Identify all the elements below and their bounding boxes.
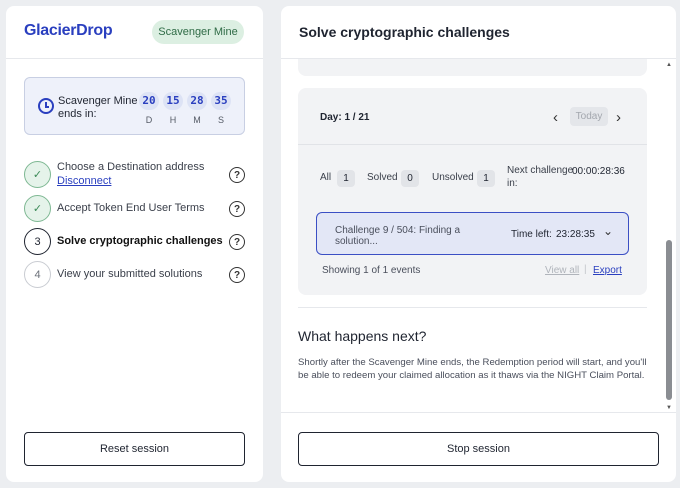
chevron-down-icon[interactable]: ⌄ xyxy=(603,224,613,238)
time-left-value: 23:28:35 xyxy=(556,229,595,240)
day-label: Day: 1 / 21 xyxy=(320,112,370,123)
link-separator: | xyxy=(584,264,587,275)
scroll-up-icon[interactable]: ▲ xyxy=(666,62,672,68)
clock-icon xyxy=(38,98,54,114)
logo: GlacierDrop xyxy=(24,22,113,39)
step-number: 3 xyxy=(24,228,51,255)
right-panel: Solve cryptographic challenges Day: 1 / … xyxy=(281,6,676,482)
step-title: Choose a Destination address xyxy=(57,161,205,173)
countdown-value: 35 xyxy=(211,92,231,110)
countdown-value: 28 xyxy=(187,92,207,110)
divider xyxy=(298,144,647,145)
next-challenge-timer: 00:00:28:36 xyxy=(572,166,625,177)
count-badge: 1 xyxy=(337,170,355,187)
countdown-unit-letter: D xyxy=(145,115,153,125)
time-left-label: Time left: xyxy=(511,229,552,240)
help-icon[interactable]: ? xyxy=(229,267,245,283)
divider xyxy=(281,412,676,413)
divider xyxy=(6,58,263,59)
stop-session-button[interactable]: Stop session xyxy=(298,432,659,466)
left-panel: GlacierDrop Scavenger Mine Scavenger Min… xyxy=(6,6,263,482)
divider xyxy=(281,58,676,59)
step-terms: ✓ Accept Token End User Terms ? xyxy=(24,194,249,224)
step-solve: 3 Solve cryptographic challenges ? xyxy=(24,227,249,257)
filter-solved[interactable]: Solved xyxy=(367,172,398,183)
divider xyxy=(298,307,647,308)
step-number: 4 xyxy=(24,261,51,288)
check-icon: ✓ xyxy=(24,161,51,188)
challenge-row[interactable]: Challenge 9 / 504: Finding a solution...… xyxy=(316,212,629,255)
help-icon[interactable]: ? xyxy=(229,234,245,250)
scrollbar[interactable]: ▲ ▼ xyxy=(665,62,673,416)
step-view-solutions: 4 View your submitted solutions ? xyxy=(24,260,249,290)
what-happens-title: What happens next? xyxy=(298,328,427,344)
what-happens-text: Shortly after the Scavenger Mine ends, t… xyxy=(298,357,647,381)
step-label: View your submitted solutions xyxy=(57,268,203,280)
step-destination: ✓ Choose a Destination address Disconnec… xyxy=(24,160,249,190)
disconnect-link[interactable]: Disconnect xyxy=(57,174,204,188)
chevron-left-icon[interactable]: ‹ xyxy=(553,109,558,126)
help-icon[interactable]: ? xyxy=(229,167,245,183)
next-challenge-label: Next challenge in: xyxy=(507,165,574,189)
reset-session-button[interactable]: Reset session xyxy=(24,432,245,466)
filter-unsolved[interactable]: Unsolved xyxy=(432,172,474,183)
count-badge: 1 xyxy=(477,170,495,187)
check-icon: ✓ xyxy=(24,195,51,222)
challenges-card: Day: 1 / 21 ‹ Today › All 1 Solved 0 Uns… xyxy=(298,88,647,295)
step-label: Choose a Destination address Disconnect xyxy=(57,160,204,188)
countdown-seconds: 35 S xyxy=(211,92,231,125)
countdown-unit-letter: S xyxy=(217,115,224,125)
phase-badge: Scavenger Mine xyxy=(152,20,244,44)
showing-count: Showing 1 of 1 events xyxy=(322,265,421,276)
countdown-hours: 15 H xyxy=(163,92,183,125)
page-title: Solve cryptographic challenges xyxy=(299,24,510,40)
view-all-link[interactable]: View all xyxy=(545,265,579,276)
help-icon[interactable]: ? xyxy=(229,201,245,217)
filter-all[interactable]: All xyxy=(320,172,331,183)
countdown-box: Scavenger Mine ends in: 20 D 15 H 28 M 3… xyxy=(24,77,245,135)
countdown-unit-letter: M xyxy=(193,115,201,125)
countdown-units: 20 D 15 H 28 M 35 S xyxy=(139,92,231,125)
scrollbar-thumb[interactable] xyxy=(666,240,672,400)
challenge-title: Challenge 9 / 504: Finding a solution... xyxy=(335,225,461,247)
step-label: Solve cryptographic challenges xyxy=(57,235,223,247)
countdown-minutes: 28 M xyxy=(187,92,207,125)
scroll-down-icon[interactable]: ▼ xyxy=(666,405,672,411)
countdown-label: Scavenger Mine ends in: xyxy=(58,95,138,120)
countdown-days: 20 D xyxy=(139,92,159,125)
count-badge: 0 xyxy=(401,170,419,187)
export-link[interactable]: Export xyxy=(593,265,622,276)
countdown-value: 20 xyxy=(139,92,159,110)
step-label: Accept Token End User Terms xyxy=(57,202,205,214)
chevron-right-icon[interactable]: › xyxy=(616,109,621,126)
countdown-unit-letter: H xyxy=(169,115,177,125)
today-button[interactable]: Today xyxy=(570,107,608,126)
countdown-value: 15 xyxy=(163,92,183,110)
